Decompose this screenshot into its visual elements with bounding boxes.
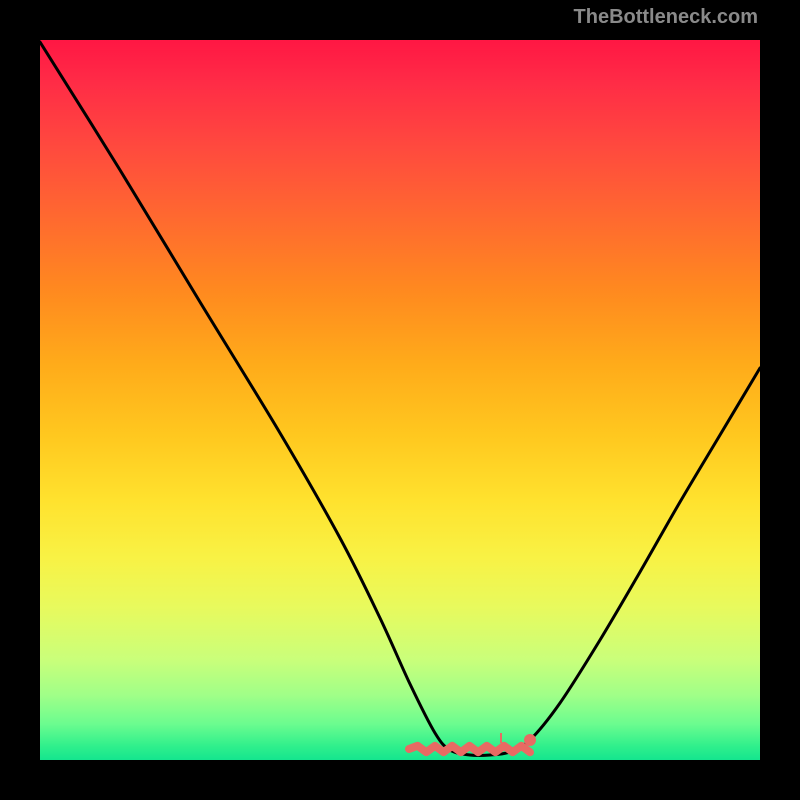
valley-squiggle <box>409 746 530 752</box>
bottleneck-curve <box>40 42 760 756</box>
chart-frame: TheBottleneck.com <box>0 0 800 800</box>
accent-dot <box>524 734 536 746</box>
chart-svg <box>40 40 760 760</box>
bottleneck-plot <box>40 40 760 760</box>
valley-tick <box>500 733 502 743</box>
watermark-text: TheBottleneck.com <box>574 6 758 29</box>
